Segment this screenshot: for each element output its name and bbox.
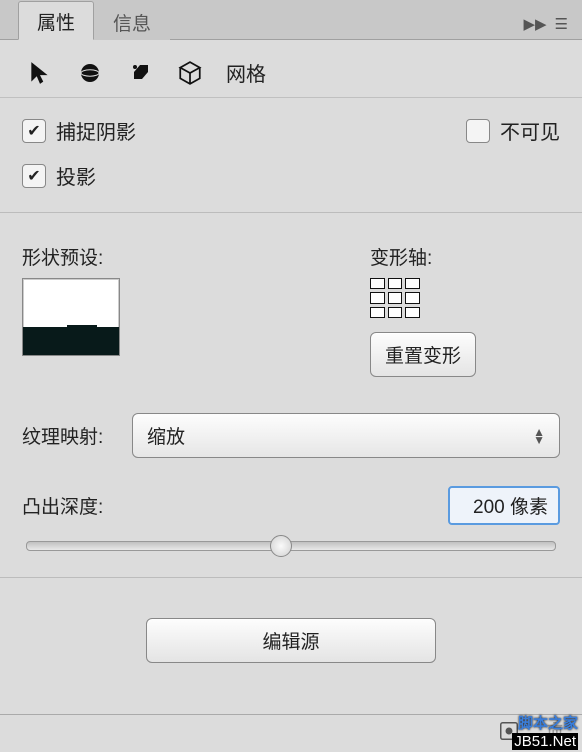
label-deform-axis: 变形轴: [370,243,560,270]
label-capture-shadow: 捕捉阴影 [56,116,136,145]
label-shape-preset: 形状预设: [22,243,370,270]
edit-source-button[interactable]: 编辑源 [146,618,436,663]
label-projection: 投影 [56,161,96,190]
texture-map-select[interactable]: 缩放 ▲▼ [132,413,560,458]
cursor-icon[interactable] [26,59,54,87]
watermark: 脚本之家 JB51.Net [508,710,582,752]
label-invisible: 不可见 [500,116,560,145]
watermark-line2: JB51.Net [512,733,578,750]
texture-map-row: 纹理映射: 缩放 ▲▼ [22,413,560,458]
properties-panel: 属性 信息 ▶▶ ☰ 网格 捕捉阴影 [0,0,582,752]
slider-thumb[interactable] [270,535,292,557]
texture-map-value: 缩放 [147,422,185,449]
checkbox-invisible-row: 不可见 [466,116,560,145]
mesh-label: 网格 [226,58,266,87]
cube-icon[interactable] [176,59,204,87]
preset-row: 形状预设: 变形轴: 重置变形 [22,243,560,377]
panel-body: 捕捉阴影 不可见 投影 形状预设: 变形 [0,97,582,714]
divider [0,577,582,578]
mode-icon-bar: 网格 [0,40,582,97]
checkbox-invisible[interactable] [466,119,490,143]
bottom-bar [0,714,582,752]
deform-axis-grid[interactable] [370,278,420,318]
edit-source-row: 编辑源 [22,618,560,663]
flyout-menu-icon: ☰ [555,15,568,33]
sphere-icon[interactable] [76,59,104,87]
extrude-depth-value[interactable]: 200 像素 [448,486,560,525]
checkbox-projection-row: 投影 [22,161,560,190]
tab-bar: 属性 信息 ▶▶ ☰ [0,0,582,40]
label-texture-map: 纹理映射: [22,422,122,449]
extrude-depth-slider[interactable] [26,541,556,551]
divider [0,212,582,213]
extrude-depth-row: 凸出深度: 200 像素 [22,486,560,525]
checkbox-capture-shadow-row: 捕捉阴影 [22,116,136,145]
checkbox-projection[interactable] [22,164,46,188]
checkbox-row: 捕捉阴影 不可见 [22,108,560,153]
select-arrows-icon: ▲▼ [533,428,545,444]
label-extrude-depth: 凸出深度: [22,492,448,519]
watermark-line1: 脚本之家 [512,712,578,733]
flyout-arrows-icon: ▶▶ [523,15,546,33]
tab-info[interactable]: 信息 [94,2,170,40]
checkbox-capture-shadow[interactable] [22,119,46,143]
shape-preset-thumb[interactable] [22,278,120,356]
reset-deform-button[interactable]: 重置变形 [370,332,476,377]
extrude-icon[interactable] [126,59,154,87]
tab-properties[interactable]: 属性 [18,1,94,40]
panel-flyout-menu[interactable]: ▶▶ ☰ [519,9,572,39]
